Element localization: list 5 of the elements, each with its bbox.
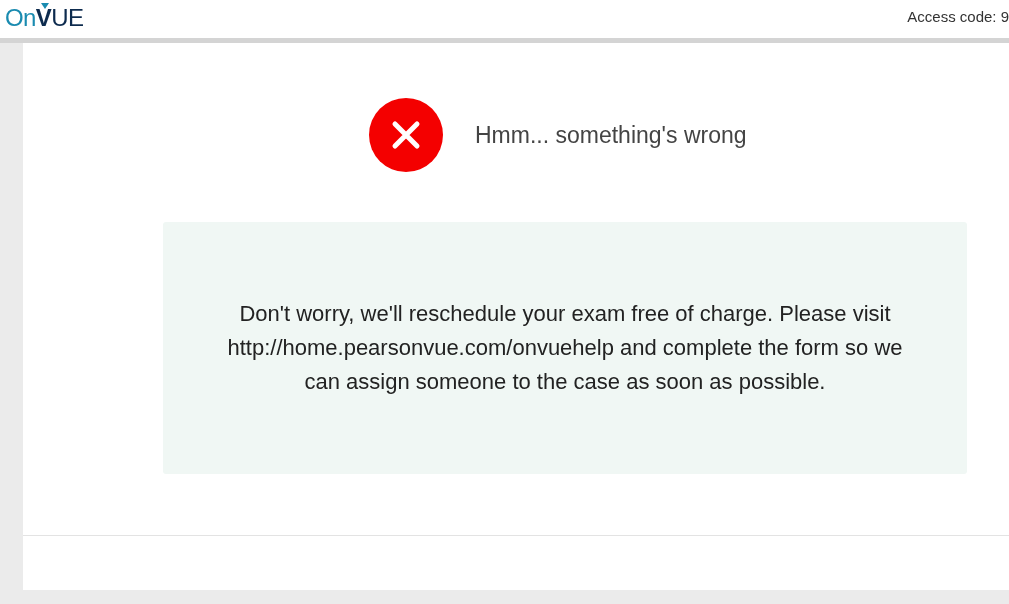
access-code: Access code: 9 (907, 7, 1009, 27)
logo: OnVUE (5, 6, 84, 30)
error-title: Hmm... something's wrong (475, 120, 747, 150)
error-message: Don't worry, we'll reschedule your exam free of charge. Please visit http://home.pearsonvue.com/onvuehelp and complete the form so we can assign someone to the case as soon as possible. (226, 300, 904, 396)
error-icon (369, 98, 443, 172)
